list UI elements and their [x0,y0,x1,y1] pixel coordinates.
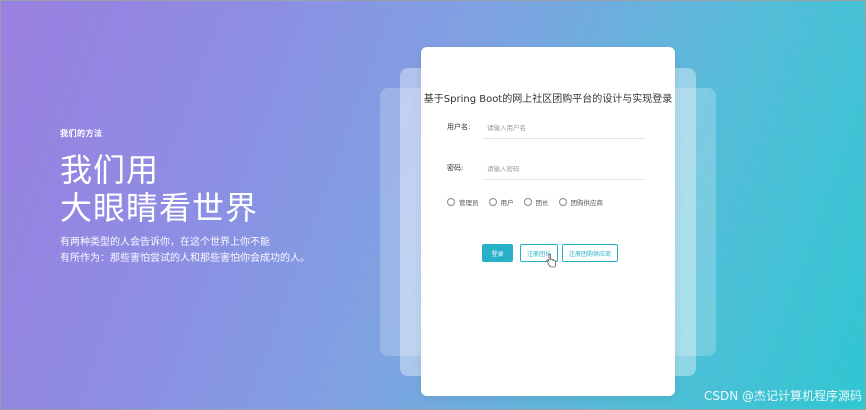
role-option-user[interactable]: 用户 [488,197,514,207]
hero-section: 我们的方法 我们用 大眼睛看世界 有两种类型的人会告诉你，在这个世界上你不能 有… [60,128,310,267]
role-option-admin[interactable]: 管理员 [447,197,479,207]
role-option-supplier[interactable]: 团购供应商 [558,197,604,207]
login-title: 基于Spring Boot的网上社区团购平台的设计与实现登录 [423,94,673,105]
role-option-leader[interactable]: 团长 [523,197,549,207]
hero-description-line1: 有两种类型的人会告诉你，在这个世界上你不能 [60,237,270,248]
radio-icon[interactable] [447,198,455,206]
login-button[interactable]: 登录 [482,244,513,262]
role-label-leader: 团长 [535,199,549,207]
radio-icon[interactable] [488,198,497,206]
role-label-supplier: 团购供应商 [570,199,604,207]
login-card: 基于Spring Boot的网上社区团购平台的设计与实现登录 用户名: 密码: … [421,47,675,396]
role-radio-group: 管理员 用户 团长 团购供应商 [447,197,603,207]
username-input[interactable] [483,118,645,139]
watermark-text: CSDN @杰记计算机程序源码 [703,389,862,403]
password-label: 密码: [447,164,464,172]
radio-icon[interactable] [523,198,532,206]
hero-description-line2: 有所作为：那些害怕尝试的人和那些害怕你会成功的人。 [60,253,310,264]
password-field-group: 密码: [447,159,645,181]
role-label-user: 用户 [500,199,514,207]
hero-kicker: 我们的方法 [60,129,103,138]
username-label: 用户名: [447,123,471,131]
username-field-group: 用户名: [447,118,645,140]
register-supplier-button[interactable]: 注册团购供应商 [562,244,619,262]
hero-headline: 我们用 大眼睛看世界 [60,151,310,227]
hero-headline-line2: 大眼睛看世界 [60,189,259,227]
role-label-admin: 管理员 [459,199,479,207]
radio-icon[interactable] [558,198,567,206]
hero-headline-line1: 我们用 [60,151,160,189]
hero-description: 有两种类型的人会告诉你，在这个世界上你不能 有所作为：那些害怕尝试的人和那些害怕… [60,235,310,267]
password-input[interactable] [483,159,645,180]
hand-cursor-icon [546,254,556,268]
